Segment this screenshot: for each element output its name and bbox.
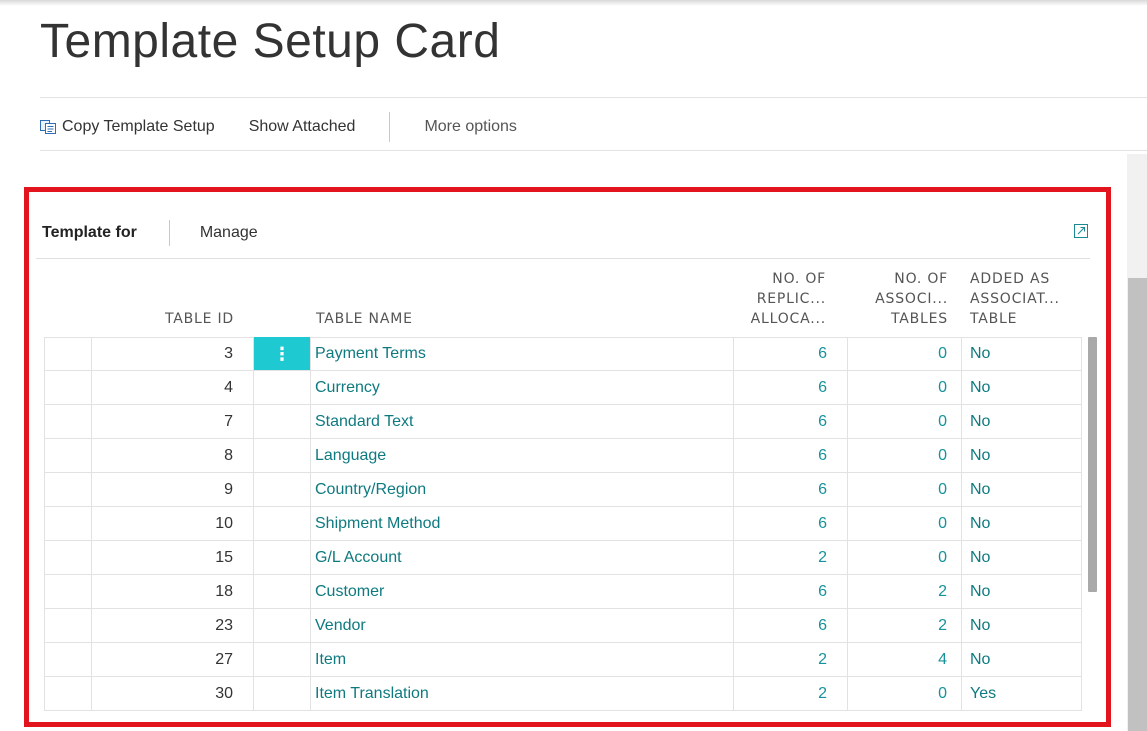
- page-title: Template Setup Card: [40, 15, 501, 68]
- copy-icon: [40, 120, 56, 134]
- copy-template-setup-button[interactable]: Copy Template Setup: [40, 118, 215, 136]
- highlight-frame: [24, 187, 1111, 727]
- show-attached-button[interactable]: Show Attached: [249, 118, 356, 136]
- show-attached-label: Show Attached: [248, 118, 356, 135]
- action-bar: Copy Template Setup Show Attached More o…: [40, 108, 551, 146]
- action-separator: [389, 112, 391, 142]
- page-scrollbar-thumb[interactable]: [1128, 278, 1147, 731]
- copy-template-setup-label: Copy Template Setup: [62, 118, 215, 135]
- window-top-edge: [0, 0, 1147, 6]
- more-options-button[interactable]: More options: [424, 118, 517, 136]
- action-bar-divider: [40, 150, 1147, 151]
- title-divider: [40, 97, 1147, 98]
- more-options-label: More options: [424, 118, 517, 135]
